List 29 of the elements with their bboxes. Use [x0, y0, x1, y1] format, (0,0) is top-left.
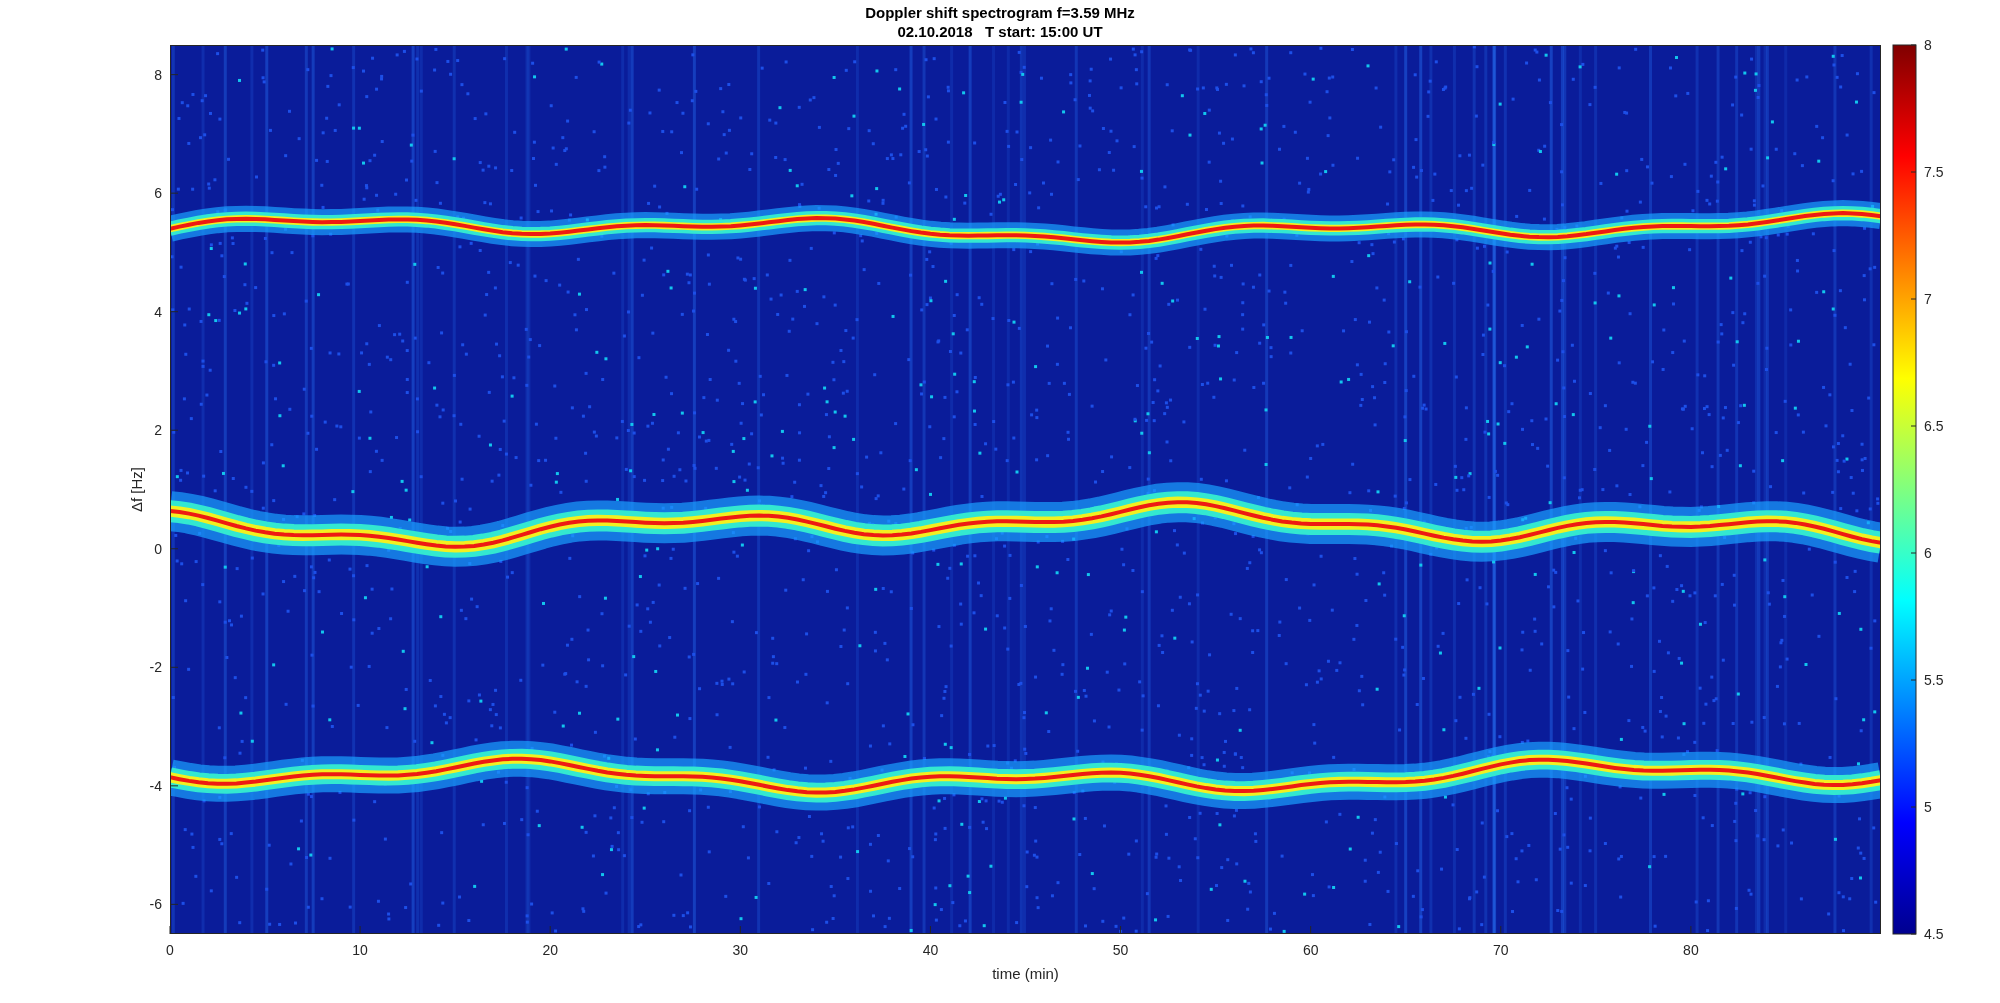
x-axis-label: time (min) — [992, 965, 1059, 982]
x-tick-label: 20 — [542, 942, 558, 958]
y-axis-label: Δf [Hz] — [128, 467, 145, 512]
y-tick-label: 4 — [154, 303, 162, 320]
x-tick-label: 80 — [1683, 942, 1699, 958]
colorbar-tick-label: 6.5 — [1924, 418, 1944, 434]
colorbar-tick-label: 5.5 — [1924, 672, 1944, 688]
y-tick-label: 2 — [154, 422, 162, 439]
colorbar-tick-label: 7.5 — [1924, 164, 1944, 180]
x-tick-label: 50 — [1112, 942, 1129, 958]
plot-subtitle: 02.10.2018 T start: 15:00 UT — [897, 23, 1103, 40]
y-tick-label: 6 — [154, 185, 162, 202]
y-tick-label: 8 — [154, 66, 162, 83]
colorbar-tick-label: 4.5 — [1924, 926, 1944, 942]
colorbar-tick-label: 6 — [1924, 545, 1932, 561]
colorbar-tick-label: 5 — [1924, 799, 1932, 815]
y-tick-label: 0 — [154, 540, 162, 557]
x-tick-label: 0 — [166, 942, 174, 958]
x-tick-label: 60 — [1302, 942, 1319, 958]
y-tick-label: -6 — [149, 896, 162, 913]
x-tick-label: 10 — [352, 942, 368, 958]
x-tick-label: 40 — [922, 942, 939, 958]
y-tick-label: -2 — [149, 659, 162, 676]
x-tick-label: 30 — [732, 942, 749, 958]
x-tick-label: 70 — [1493, 942, 1509, 958]
colorbar-tick-label: 7 — [1924, 291, 1932, 307]
y-tick-label: -4 — [149, 777, 162, 794]
plot-title: Doppler shift spectrogram f=3.59 MHz — [865, 4, 1135, 21]
colorbar-tick-label: 8 — [1924, 37, 1932, 53]
